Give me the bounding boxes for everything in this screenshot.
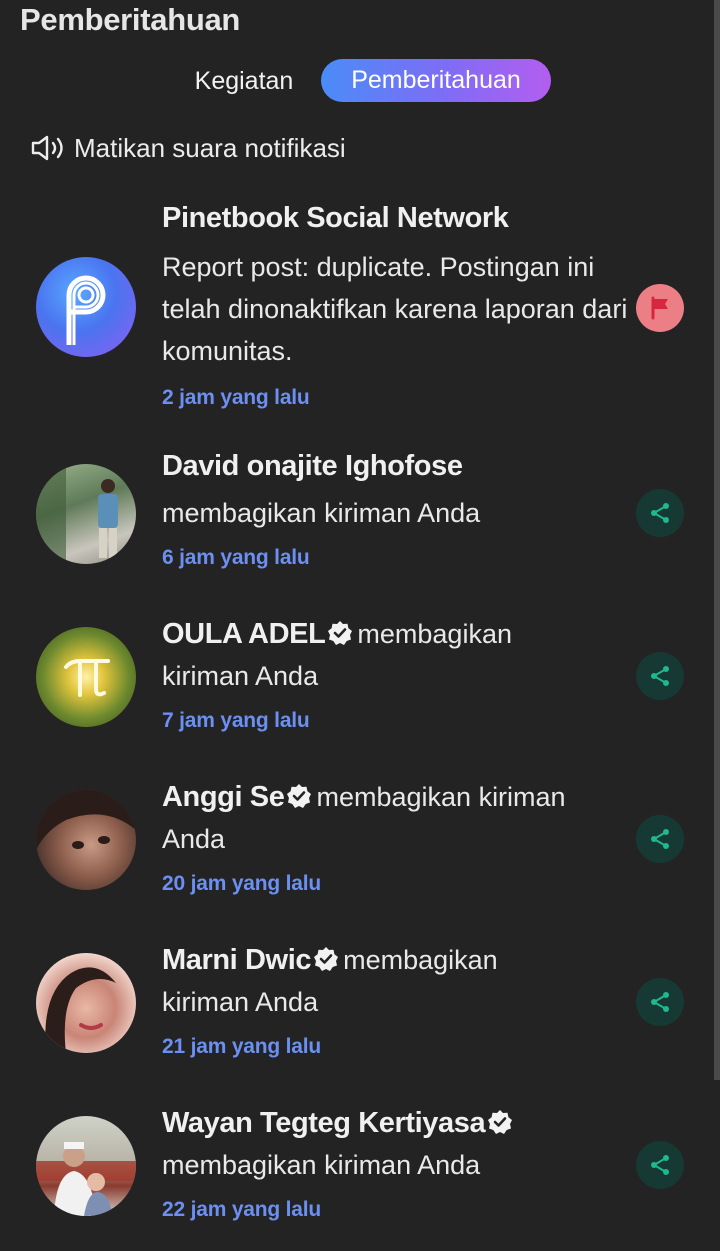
avatar[interactable]	[36, 1116, 136, 1216]
notification-time: 2 jam yang lalu	[162, 386, 310, 409]
tab-bar: Kegiatan Pemberitahuan	[0, 59, 720, 103]
share-button[interactable]	[636, 978, 684, 1026]
avatar[interactable]	[36, 790, 136, 890]
notification-message-cont: kiriman Anda	[162, 987, 319, 1017]
notification-time: 21 jam yang lalu	[162, 1035, 322, 1058]
notification-time: 7 jam yang lalu	[162, 709, 310, 732]
avatar[interactable]	[36, 627, 136, 727]
share-button[interactable]	[636, 652, 684, 700]
notification-time: 22 jam yang lalu	[162, 1198, 322, 1221]
notification-text: Anggi Se membagikan kiriman Anda	[162, 776, 627, 860]
notification-message: membagikan	[343, 945, 498, 975]
notification-item[interactable]: Marni Dwic membagikan kiriman Anda 21 jam …	[0, 939, 720, 1079]
notification-text: Wayan Tegteg Kertiyasa	[162, 1102, 627, 1144]
page-title: Pemberitahuan	[20, 2, 241, 37]
notification-sender[interactable]: Marni Dwic	[162, 944, 311, 976]
notification-item[interactable]: Anggi Se membagikan kiriman Anda 20 jam ya…	[0, 776, 720, 916]
mute-notifications-toggle[interactable]: Matikan suara notifikasi	[30, 128, 346, 168]
person-photo	[45, 967, 116, 1053]
speaker-icon	[31, 135, 63, 161]
notifications-page: Pemberitahuan Kegiatan Pemberitahuan Mat…	[0, 0, 720, 1251]
avatar[interactable]	[36, 257, 136, 357]
notification-text: OULA ADEL membagikan kiriman Anda	[162, 613, 627, 697]
notification-message: membagikan kiriman Anda	[162, 498, 481, 528]
notification-sender[interactable]: Pinetbook Social Network	[162, 202, 627, 246]
notification-sender[interactable]: OULA ADEL	[162, 618, 326, 650]
tab-pemberitahuan[interactable]: Pemberitahuan	[321, 59, 551, 102]
share-icon	[651, 666, 669, 686]
notification-message: membagikan kiriman Anda	[162, 1150, 481, 1180]
tab-kegiatan[interactable]: Kegiatan	[176, 59, 312, 103]
pi-symbol-image	[64, 659, 110, 697]
notification-message: membagikan	[357, 619, 512, 649]
person-photo	[36, 464, 118, 564]
share-icon	[651, 1155, 669, 1175]
notification-item[interactable]: Pinetbook Social Network Report post: du…	[0, 200, 720, 420]
notification-text: Marni Dwic membagikan kiriman Anda	[162, 939, 627, 1023]
notification-message-cont: kiriman Anda	[162, 661, 319, 691]
share-button[interactable]	[636, 815, 684, 863]
scrollbar[interactable]	[714, 0, 720, 1080]
avatar[interactable]	[36, 953, 136, 1053]
pinetbook-logo	[66, 275, 106, 345]
notification-message: Report post: duplicate. Postingan ini te…	[162, 252, 628, 366]
report-flag-button[interactable]	[636, 284, 684, 332]
mute-notifications-label: Matikan suara notifikasi	[74, 132, 346, 163]
share-button[interactable]	[636, 489, 684, 537]
share-icon	[651, 992, 669, 1012]
verified-badge-icon	[488, 1110, 513, 1134]
notification-item[interactable]: Wayan Tegteg Kertiyasa membagikan kirima…	[0, 1102, 720, 1242]
verified-badge-icon	[328, 621, 353, 645]
verified-badge-icon	[287, 784, 312, 808]
share-button[interactable]	[636, 1141, 684, 1189]
notification-time: 6 jam yang lalu	[162, 546, 310, 569]
notification-time: 20 jam yang lalu	[162, 872, 322, 895]
verified-badge-icon	[314, 947, 339, 971]
notification-message-cont: Anda	[162, 824, 226, 854]
notification-message: membagikan kiriman	[316, 782, 566, 812]
person-photo	[36, 790, 136, 850]
notification-sender[interactable]: David onajite Ighofose	[162, 450, 627, 492]
notification-item[interactable]: David onajite Ighofose membagikan kirima…	[0, 450, 720, 590]
notification-item[interactable]: OULA ADEL membagikan kiriman Anda 7 jam ya…	[0, 613, 720, 753]
person-photo	[36, 1142, 136, 1216]
flag-icon	[651, 296, 668, 320]
notification-sender[interactable]: Anggi Se	[162, 781, 285, 813]
share-icon	[651, 829, 669, 849]
notification-sender[interactable]: Wayan Tegteg Kertiyasa	[162, 1107, 486, 1139]
share-icon	[651, 503, 669, 523]
avatar[interactable]	[36, 464, 136, 564]
